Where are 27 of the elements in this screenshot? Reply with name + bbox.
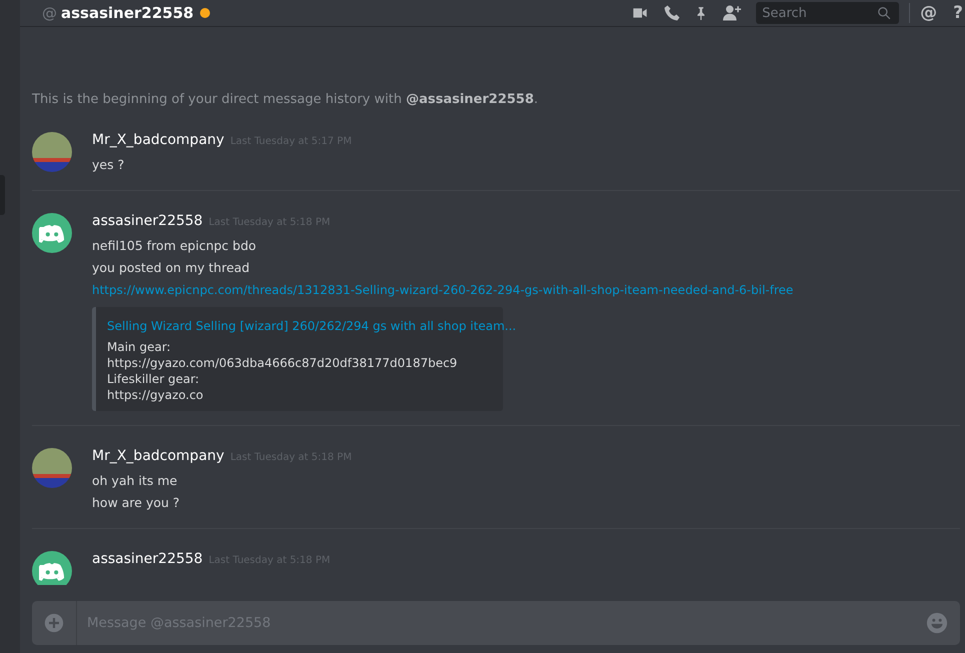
at-sign: @ <box>42 4 57 22</box>
message-text: nefil105 from epicnpc bdo <box>92 237 258 255</box>
intro-text: This is the beginning of your direct message history with @assasiner22558. <box>32 91 540 109</box>
embed-text: https://gyazo.com/063dba4666c87d20df38177d0187bec9 <box>107 355 458 371</box>
avatar-placeholder[interactable] <box>32 132 72 172</box>
mentions-button[interactable]: @ <box>920 3 938 23</box>
channel-username: assasiner22558 <box>61 4 194 22</box>
add-friend-icon[interactable] <box>721 4 744 22</box>
avatar[interactable] <box>32 551 72 585</box>
search-icon <box>877 6 892 20</box>
message-text: you posted on my thread <box>92 259 251 277</box>
avatar[interactable] <box>32 213 72 253</box>
embed-title-link[interactable]: Selling Wizard Selling [wizard] 260/262/294 gs with all shop iteam... <box>107 319 516 333</box>
author-name[interactable]: assasiner22558 <box>92 213 203 229</box>
message-text: yes ? <box>92 156 126 174</box>
help-button[interactable]: ? <box>953 3 963 23</box>
embed-text: https://gyazo.co <box>107 387 204 403</box>
phone-icon[interactable] <box>663 4 682 22</box>
author-name[interactable]: assasiner22558 <box>92 551 203 567</box>
embed-text: Lifeskiller gear: <box>107 371 200 387</box>
author-name[interactable]: Mr_X_badcompany <box>92 448 224 464</box>
embed-text: Main gear: <box>107 339 172 355</box>
search-field[interactable]: Search <box>756 2 900 24</box>
avatar-placeholder[interactable] <box>32 448 72 488</box>
message-text: oh yah its me <box>92 472 178 490</box>
author-name[interactable]: Mr_X_badcompany <box>92 132 224 148</box>
message-text: how are you ? <box>92 494 181 512</box>
